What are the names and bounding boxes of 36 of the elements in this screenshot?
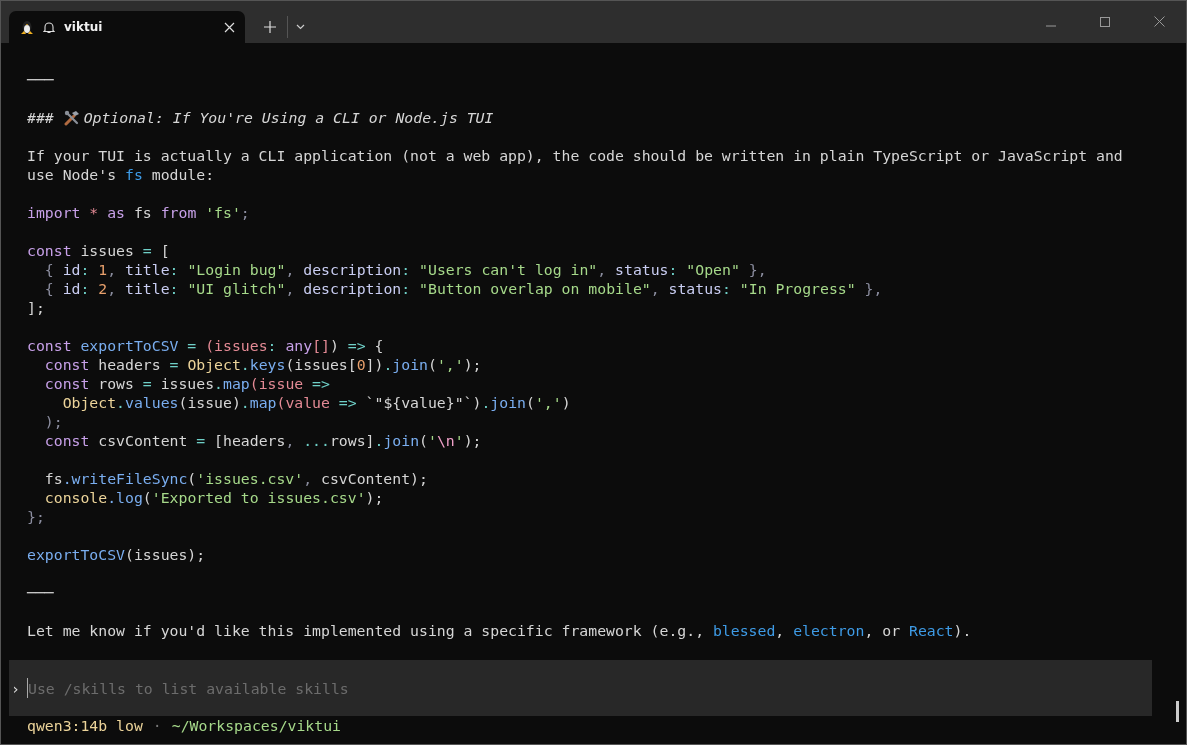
prompt-panel[interactable]: › Use /skills to list available skills	[9, 660, 1152, 716]
code-line: console.log('Exported to issues.csv');	[43, 488, 384, 507]
code-line: };	[27, 507, 45, 526]
code-line: const rows = issues.map(issue =>	[43, 374, 330, 393]
scrollbar-thumb[interactable]	[1176, 701, 1179, 722]
input-field[interactable]: Use /skills to list available skills	[27, 678, 1152, 698]
prompt-symbol: ›	[11, 679, 21, 697]
code-line: const csvContent = [headers, ...rows].join('\n');	[43, 431, 482, 450]
paragraph-line: Let me know if you'd like this implemented using a specific framework (e.g., blessed, electron, or React).	[27, 621, 972, 640]
code-line: const issues = [	[27, 241, 170, 260]
code-line: exportToCSV(issues);	[27, 545, 206, 564]
paragraph-line: use Node's fs module:	[27, 165, 215, 184]
path-label: ~/Workspaces/viktui	[171, 716, 341, 735]
penguin-icon	[20, 19, 34, 35]
chevron-down-icon[interactable]	[296, 24, 305, 30]
code-line: fs.writeFileSync('issues.csv', csvContent);	[43, 469, 428, 488]
model-label: qwen3:14b low	[27, 716, 143, 735]
code-line: import * as fs from 'fs';	[27, 203, 250, 222]
tab-title: viktui	[64, 20, 104, 34]
code-line: const exportToCSV = (issues: any[]) => {	[27, 336, 384, 355]
code-line: );	[43, 412, 63, 431]
section-heading: ### Optional: If You're Using a CLI or Node.js TUI	[27, 108, 494, 127]
plus-icon[interactable]	[264, 21, 276, 33]
code-line: Object.values(issue).map(value => `"${value}"`).join(',')	[61, 393, 571, 412]
code-line: const headers = Object.keys(issues[0]).join(',');	[43, 355, 482, 374]
paragraph-line: If your TUI is actually a CLI application (not a web app), the code should be written in plain TypeScript or JavaScript and	[27, 146, 1123, 165]
horizontal-rule: ───	[27, 70, 54, 89]
horizontal-rule: ───	[27, 583, 54, 602]
separator-dot: ·	[152, 716, 162, 735]
bell-icon	[43, 20, 55, 34]
terminal-tab[interactable]: viktui	[9, 11, 245, 43]
maximize-icon[interactable]	[1100, 17, 1110, 27]
code-line: ];	[27, 298, 45, 317]
hammer-and-wrench-icon	[62, 109, 81, 126]
code-line: { id: 1, title: "Login bug", description: "Users can't log in", status: "Open" },	[43, 260, 767, 279]
code-line: { id: 2, title: "UI glitch", description: "Button overlap on mobile", status: "In Progress" },	[43, 279, 883, 298]
